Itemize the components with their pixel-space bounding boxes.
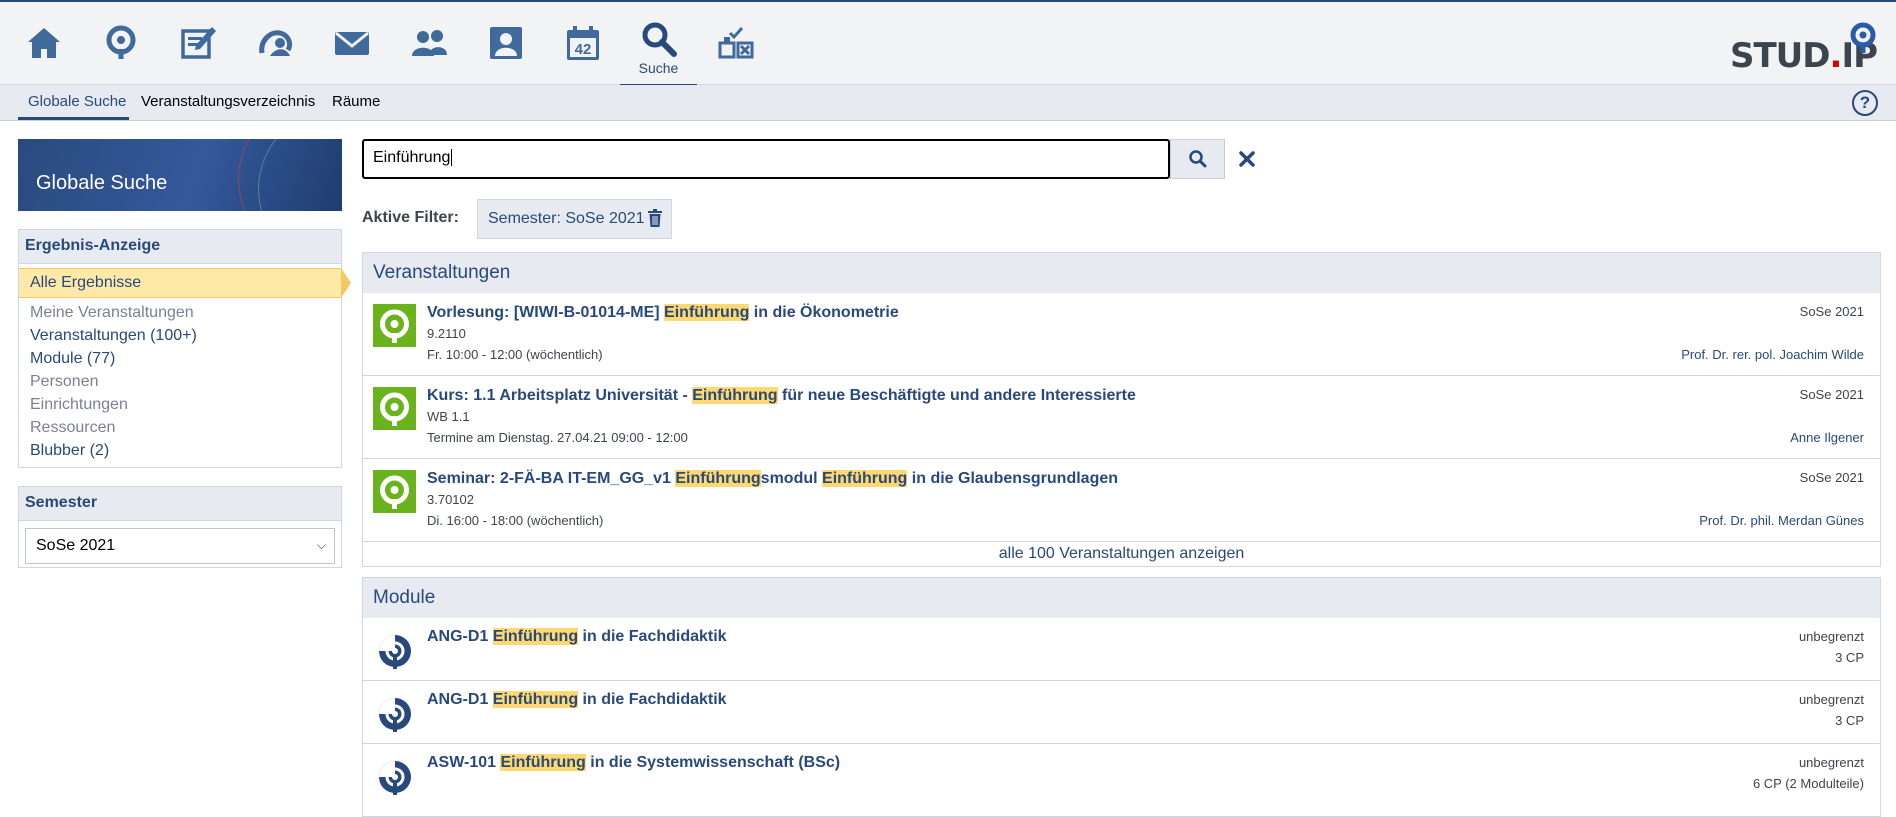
result-filter-my-courses: Meine Veranstaltungen (30, 304, 194, 321)
result-filter-modules[interactable]: Module (77) (19, 347, 341, 370)
help-icon[interactable]: ? (1852, 90, 1878, 116)
course-avatar (373, 304, 416, 347)
result-filter-resources: Ressourcen (30, 419, 116, 436)
activity-icon[interactable] (97, 20, 143, 66)
course-semester: SoSe 2021 (1799, 387, 1864, 402)
contacts-icon[interactable] (406, 20, 452, 66)
modules-heading: Module (363, 578, 1880, 618)
module-credits: 3 CP (1835, 713, 1864, 728)
chevron-down-icon: ⌵ (316, 538, 326, 552)
module-status: unbegrenzt (1798, 692, 1864, 707)
schedule-icon[interactable]: 42 (560, 20, 606, 66)
module-result[interactable]: ASW-101 Einführung in die Systemwissensc… (363, 744, 1880, 807)
course-result[interactable]: Kurs: 1.1 Arbeitsplatz Universität - Ein… (363, 376, 1880, 459)
search-input[interactable]: Einführung (362, 139, 1170, 179)
course-time: Termine am Dienstag. 27.04.21 09:00 - 12… (427, 430, 688, 445)
studip-logo[interactable]: STUD.IP (1730, 20, 1880, 76)
course-logo-icon (380, 392, 409, 426)
search-input-value: Einführung (373, 149, 451, 166)
course-semester: SoSe 2021 (1799, 470, 1864, 485)
show-all-courses-link[interactable]: alle 100 Veranstaltungen anzeigen (363, 542, 1880, 566)
sidebar-header: Globale Suche (18, 139, 342, 211)
course-logo-icon (380, 309, 409, 343)
semester-filter-chip[interactable]: Semester: SoSe 2021 (477, 199, 672, 239)
module-result[interactable]: ANG-D1 Einführung in die Fachdidaktik un… (363, 618, 1880, 681)
module-title[interactable]: ANG-D1 Einführung in die Fachdidaktik (427, 628, 727, 646)
active-filter-label: Aktive Filter: (362, 209, 459, 226)
result-filter-persons: Personen (30, 373, 99, 390)
course-number: 9.2110 (427, 326, 466, 341)
module-icon (379, 761, 411, 795)
semester-widget: Semester SoSe 2021 ⌵ (18, 486, 342, 568)
module-status: unbegrenzt (1798, 629, 1864, 644)
course-lecturer[interactable]: Prof. Dr. phil. Merdan Günes (1699, 513, 1864, 528)
course-avatar (373, 387, 416, 430)
module-title[interactable]: ANG-D1 Einführung in die Fachdidaktik (427, 691, 727, 709)
close-icon (1239, 151, 1255, 167)
course-title[interactable]: Vorlesung: [WIWI-B-01014-ME] Einführung … (427, 304, 899, 322)
subnav-global-search[interactable]: Globale Suche (28, 93, 126, 110)
sidebar-title: Globale Suche (36, 172, 168, 194)
header-decoration (258, 139, 342, 211)
module-icon (379, 698, 411, 732)
module-result[interactable]: ANG-D1 Einführung in die Fachdidaktik un… (363, 681, 1880, 744)
clear-search-button[interactable] (1236, 148, 1258, 170)
home-icon[interactable] (21, 20, 67, 66)
semester-select-value: SoSe 2021 (36, 537, 116, 554)
course-result[interactable]: Seminar: 2-FÄ-BA IT-EM_GG_v1 Einführungs… (363, 459, 1880, 542)
module-status: unbegrenzt (1798, 755, 1864, 770)
calendar-number: 42 (575, 41, 592, 58)
course-title[interactable]: Kurs: 1.1 Arbeitsplatz Universität - Ein… (427, 387, 1136, 405)
search-button[interactable] (1170, 139, 1225, 179)
filter-chip-label: Semester: SoSe 2021 (488, 210, 645, 227)
nav-active-label[interactable]: Suche (620, 60, 697, 76)
logo-ring-icon (1850, 22, 1876, 53)
course-result[interactable]: Vorlesung: [WIWI-B-01014-ME] Einführung … (363, 293, 1880, 376)
search-icon (1188, 150, 1206, 168)
result-filter-courses[interactable]: Veranstaltungen (100+) (19, 324, 341, 347)
course-logo-icon (380, 475, 409, 509)
course-time: Fr. 10:00 - 12:00 (wöchentlich) (427, 347, 603, 362)
courses-heading: Veranstaltungen (363, 253, 1880, 293)
module-title[interactable]: ASW-101 Einführung in die Systemwissensc… (427, 754, 840, 772)
module-credits: 6 CP (2 Modulteile) (1752, 776, 1864, 791)
course-lecturer[interactable]: Anne Ilgener (1790, 430, 1864, 445)
module-credits: 3 CP (1835, 650, 1864, 665)
module-icon (379, 635, 411, 669)
courses-icon[interactable] (175, 20, 221, 66)
course-semester: SoSe 2021 (1799, 304, 1864, 319)
subnav-rooms[interactable]: Räume (332, 93, 380, 110)
community-icon[interactable] (253, 20, 299, 66)
course-number: 3.70102 (427, 492, 474, 507)
search-icon[interactable] (636, 16, 682, 62)
result-filter-all[interactable]: Alle Ergebnisse (19, 268, 351, 298)
semester-select[interactable]: SoSe 2021 ⌵ (25, 528, 335, 564)
result-filter-list: Alle Ergebnisse Meine Veranstaltungen Ve… (19, 264, 351, 468)
semester-heading: Semester (19, 487, 341, 521)
text-caret (451, 149, 453, 167)
modules-section: Module ANG-D1 Einführung in die Fachdida… (362, 577, 1881, 817)
result-filter-blubber[interactable]: Blubber (2) (19, 439, 341, 462)
messages-icon[interactable] (329, 20, 375, 66)
courses-section: Veranstaltungen Vorlesung: [WIWI-B-01014… (362, 252, 1881, 567)
subnav-course-directory[interactable]: Veranstaltungsverzeichnis (141, 93, 315, 110)
profile-icon[interactable] (483, 20, 529, 66)
course-lecturer[interactable]: Prof. Dr. rer. pol. Joachim Wilde (1681, 347, 1864, 362)
course-avatar (373, 470, 416, 513)
result-display-heading: Ergebnis-Anzeige (19, 230, 341, 264)
result-display-widget: Ergebnis-Anzeige Alle Ergebnisse Meine V… (18, 229, 351, 468)
top-navigation: 42 Suche STUD.IP (0, 0, 1896, 87)
tools-icon[interactable] (713, 20, 759, 66)
course-number: WB 1.1 (427, 409, 470, 424)
course-time: Di. 16:00 - 18:00 (wöchentlich) (427, 513, 604, 528)
trash-icon[interactable] (648, 209, 662, 227)
subnav-active-indicator (18, 117, 129, 120)
result-filter-institutes: Einrichtungen (30, 396, 128, 413)
sub-navigation: Globale Suche Veranstaltungsverzeichnis … (0, 85, 1896, 121)
course-title[interactable]: Seminar: 2-FÄ-BA IT-EM_GG_v1 Einführungs… (427, 470, 1118, 488)
